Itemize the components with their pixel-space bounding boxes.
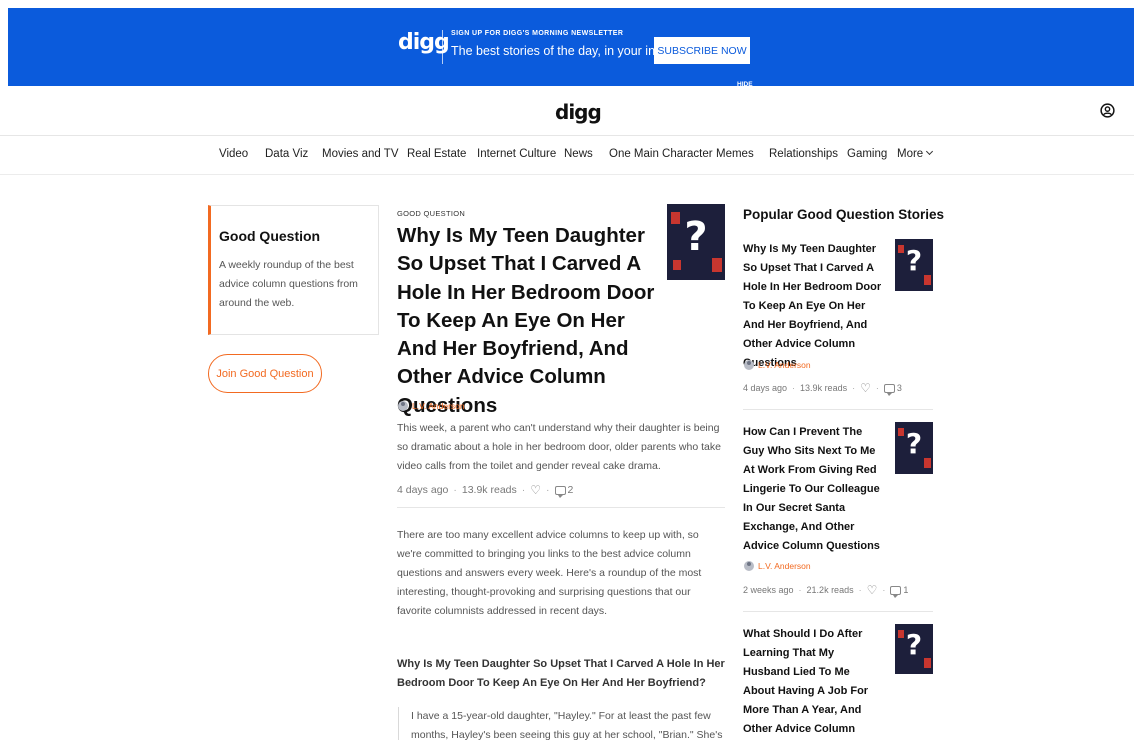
sidebar-story-title[interactable]: How Can I Prevent The Guy Who Sits Next … <box>743 423 883 556</box>
avatar <box>398 401 408 411</box>
article-summary: This week, a parent who can't understand… <box>397 422 721 472</box>
divider <box>743 611 933 612</box>
join-good-question-button[interactable]: Join Good Question <box>208 354 322 393</box>
site-header: digg <box>0 86 1134 136</box>
digg-logo[interactable]: digg <box>555 100 602 124</box>
nav-item-real-estate[interactable]: Real Estate <box>407 148 466 160</box>
author-name[interactable]: L.V. Anderson <box>758 561 811 571</box>
comment-count[interactable]: 1 <box>903 585 908 595</box>
nav-item-video[interactable]: Video <box>219 148 248 160</box>
article-title: Why Is My Teen Daughter So Upset That I … <box>397 224 655 417</box>
sidebar-story-thumbnail[interactable]: ? <box>895 624 933 674</box>
question-mark-icon: ? <box>905 427 923 460</box>
sidebar-story-byline[interactable]: L.V. Anderson <box>744 360 811 370</box>
article-reads: 13.9k reads <box>461 484 517 496</box>
banner-divider <box>442 30 443 64</box>
comment-icon[interactable] <box>890 585 902 598</box>
sidebar-story-meta: 4 days ago · 13.9k reads · ♡ · 3 <box>743 381 902 396</box>
good-question-title: Good Question <box>219 228 321 244</box>
nav-item-memes[interactable]: Memes <box>716 148 754 160</box>
heart-icon[interactable]: ♡ <box>867 583 878 597</box>
user-circle-icon[interactable] <box>1100 103 1115 118</box>
story-age: 4 days ago <box>743 383 788 393</box>
good-question-description: A weekly roundup of the best advice colu… <box>219 259 358 309</box>
question-quote: I have a 15-year-old daughter, "Hayley."… <box>398 707 728 740</box>
author-name[interactable]: L.V. Anderson <box>758 360 811 370</box>
sidebar-story-byline[interactable]: L.V. Anderson <box>744 561 811 571</box>
author-name[interactable]: L.V. Anderson <box>412 401 465 411</box>
chevron-down-icon <box>926 147 934 156</box>
divider <box>743 409 933 410</box>
banner-text: The best stories of the day, in your inb… <box>451 44 676 58</box>
story-age: 2 weeks ago <box>743 585 794 595</box>
subscribe-now-button[interactable]: SUBSCRIBE NOW <box>654 37 750 64</box>
avatar <box>744 561 754 571</box>
article-intro: There are too many excellent advice colu… <box>397 529 702 617</box>
nav-item-relationships[interactable]: Relationships <box>769 148 838 160</box>
banner-kicker: SIGN UP FOR DIGG'S MORNING NEWSLETTER <box>451 30 624 37</box>
nav-item-one-main-character[interactable]: One Main Character <box>609 148 713 160</box>
heart-icon[interactable]: ♡ <box>860 381 871 395</box>
newsletter-banner: digg SIGN UP FOR DIGG'S MORNING NEWSLETT… <box>8 8 1134 88</box>
question-mark-icon: ? <box>684 214 708 260</box>
nav-item-gaming[interactable]: Gaming <box>847 148 887 160</box>
nav-item-data-viz[interactable]: Data Viz <box>265 148 308 160</box>
sidebar-title: Popular Good Question Stories <box>743 207 945 222</box>
sidebar-story-title[interactable]: What Should I Do After Learning That My … <box>743 625 883 740</box>
comment-count[interactable]: 3 <box>897 383 902 393</box>
story-reads: 21.2k reads <box>806 585 854 595</box>
article-byline[interactable]: L.V. Anderson <box>398 401 465 411</box>
good-question-card: Good Question A weekly roundup of the be… <box>208 205 379 335</box>
sidebar-story-thumbnail[interactable]: ? <box>895 422 933 474</box>
divider <box>397 507 725 508</box>
sidebar-story-meta: 2 weeks ago · 21.2k reads · ♡ · 1 <box>743 583 909 598</box>
question-mark-icon: ? <box>905 628 923 661</box>
sidebar-story-title[interactable]: Why Is My Teen Daughter So Upset That I … <box>743 240 883 373</box>
comment-count[interactable]: 2 <box>568 484 574 496</box>
article-kicker[interactable]: GOOD QUESTION <box>397 209 465 218</box>
category-nav: Video Data Viz Movies and TV Real Estate… <box>0 137 1134 175</box>
heart-icon[interactable]: ♡ <box>530 483 541 497</box>
comment-icon[interactable] <box>554 485 566 498</box>
nav-item-news[interactable]: News <box>564 148 593 160</box>
question-mark-icon: ? <box>905 244 923 277</box>
nav-more-label: More <box>897 148 924 160</box>
story-reads: 13.9k reads <box>800 383 848 393</box>
article-thumbnail[interactable]: ? <box>667 204 725 280</box>
comment-icon[interactable] <box>883 383 895 396</box>
article-age: 4 days ago <box>397 484 449 496</box>
nav-item-more[interactable]: More <box>897 147 934 160</box>
article-meta: 4 days ago · 13.9k reads · ♡ · 2 <box>397 483 574 498</box>
question-heading: Why Is My Teen Daughter So Upset That I … <box>397 658 725 689</box>
sidebar-story-thumbnail[interactable]: ? <box>895 239 933 291</box>
avatar <box>744 360 754 370</box>
nav-item-internet-culture[interactable]: Internet Culture <box>477 148 556 160</box>
nav-item-movies-and-tv[interactable]: Movies and TV <box>322 148 399 160</box>
